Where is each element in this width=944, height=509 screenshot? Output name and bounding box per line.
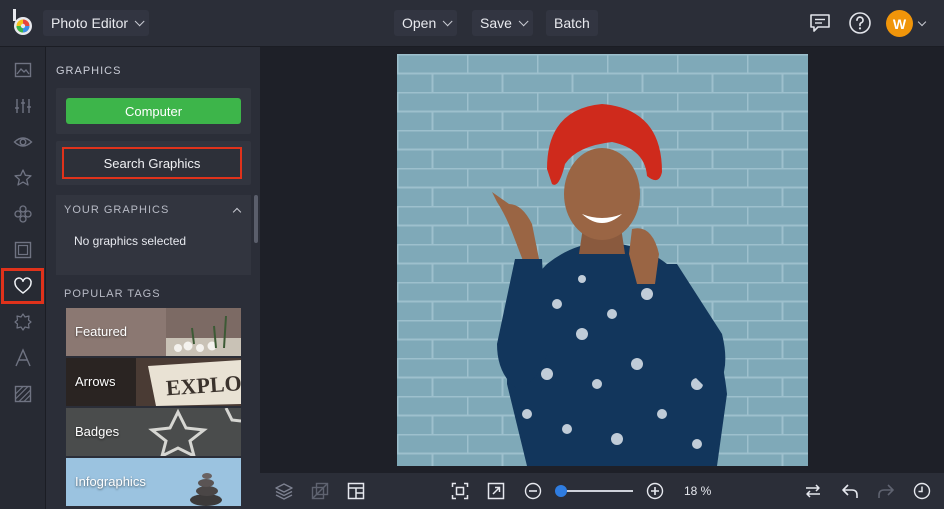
search-graphics-button[interactable]: Search Graphics [62, 147, 242, 179]
adjustments-icon [14, 99, 31, 113]
rail-graphics[interactable] [1, 268, 44, 304]
zoom-value: 18 % [684, 484, 712, 498]
rail-frames[interactable] [0, 232, 45, 268]
tag-infographics-label: Infographics [75, 474, 146, 489]
rail-artsy[interactable] [0, 196, 45, 232]
rail-adjustments[interactable] [0, 88, 45, 124]
save-menu[interactable]: Save [472, 10, 533, 36]
texture-icon [14, 385, 31, 403]
panel-title: GRAPHICS [56, 65, 122, 77]
text-icon [14, 348, 31, 367]
tag-badges[interactable]: Badges [66, 408, 241, 456]
help-icon[interactable] [848, 11, 872, 35]
zoom-slider-thumb[interactable] [555, 485, 567, 497]
open-menu-label: Open [402, 15, 437, 31]
graphics-panel: GRAPHICS Computer Search Graphics YOUR G… [46, 47, 260, 509]
panel-scrollbar[interactable] [254, 195, 258, 243]
open-menu[interactable]: Open [394, 10, 458, 36]
layers-icon[interactable] [274, 481, 294, 501]
save-menu-label: Save [480, 15, 512, 31]
shape-icon [13, 313, 32, 331]
zoom-slider-track[interactable] [561, 490, 633, 492]
effects-icon [13, 205, 32, 223]
zoom-out-icon[interactable] [523, 481, 543, 501]
app-switcher-label: Photo Editor [51, 15, 129, 31]
undo-icon[interactable] [840, 481, 860, 501]
tag-arrows[interactable]: EXPLORE Arrows [66, 358, 241, 406]
crop-overlay-icon[interactable] [310, 481, 330, 501]
chevron-down-icon [134, 15, 145, 26]
rail-image[interactable] [0, 52, 45, 88]
computer-button[interactable]: Computer [66, 98, 241, 124]
eye-icon [12, 137, 33, 147]
rail-overlays[interactable] [0, 304, 45, 340]
redo-icon[interactable] [876, 481, 896, 501]
chevron-down-icon [518, 15, 529, 26]
tag-arrows-label: Arrows [75, 374, 116, 389]
tag-badges-label: Badges [75, 424, 120, 439]
tag-featured-label: Featured [75, 324, 128, 339]
befunky-logo[interactable] [10, 9, 36, 37]
batch-button-label: Batch [554, 15, 590, 31]
tag-featured[interactable]: Featured [66, 308, 241, 356]
avatar[interactable]: W [886, 10, 913, 37]
history-icon[interactable] [912, 481, 932, 501]
popular-tags-heading: POPULAR TAGS [64, 288, 161, 300]
top-bar: Photo Editor Open Save Batch W [0, 0, 944, 47]
frame-icon [14, 241, 31, 259]
rail-effects[interactable] [0, 160, 45, 196]
zoom-in-icon[interactable] [645, 481, 665, 501]
chat-icon[interactable] [808, 11, 832, 35]
star-icon [13, 169, 32, 186]
chevron-down-icon [442, 15, 453, 26]
layout-icon[interactable] [346, 481, 366, 501]
rail-text[interactable] [0, 340, 45, 376]
flip-icon[interactable] [803, 481, 823, 501]
edited-photo[interactable] [397, 54, 808, 466]
heart-icon [13, 277, 32, 294]
image-icon [14, 62, 31, 78]
chevron-down-icon[interactable] [917, 17, 927, 27]
expand-icon[interactable] [486, 481, 506, 501]
tag-infographics[interactable]: Infographics [66, 458, 241, 506]
no-graphics-text: No graphics selected [74, 234, 187, 248]
your-graphics-heading[interactable]: YOUR GRAPHICS [64, 204, 169, 216]
fit-screen-icon[interactable] [450, 481, 470, 501]
rail-textures[interactable] [0, 376, 45, 412]
tool-rail [0, 47, 46, 509]
app-switcher[interactable]: Photo Editor [43, 10, 150, 36]
rail-touch-up[interactable] [0, 124, 45, 160]
batch-button[interactable]: Batch [546, 10, 598, 36]
